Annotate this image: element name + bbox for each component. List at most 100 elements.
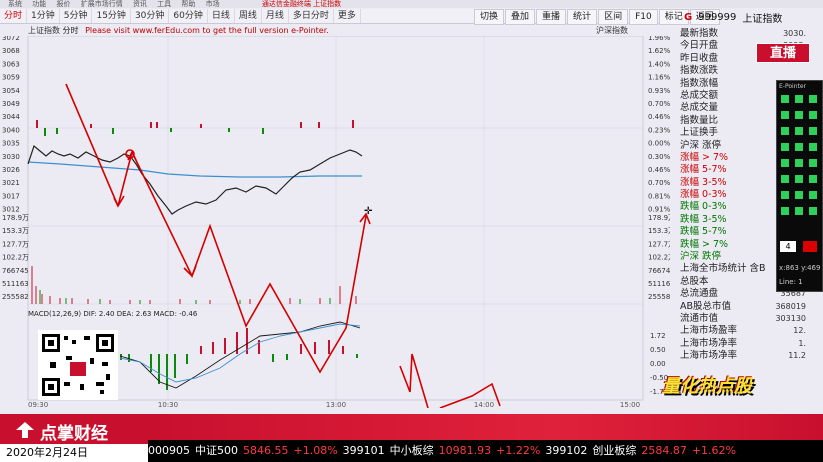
stat-label: 总流通盘 — [680, 288, 719, 300]
stat-row: 沪深 跌停 — [680, 251, 778, 263]
stat-label: 涨幅 0-3% — [680, 189, 727, 201]
tab-multiday[interactable]: 多日分时 — [289, 9, 334, 23]
menu-system[interactable]: 系统 — [8, 0, 22, 8]
percent-axis: 1.96% 1.62% 1.40% 1.16% 0.93% 0.70% 0.46% 0.23%… — [648, 36, 670, 214]
volume-tick-label-right: 102.2万 — [648, 254, 670, 262]
percent-tick-label: 0.81% — [648, 192, 670, 200]
tab-5min[interactable]: 5分钟 — [60, 9, 93, 23]
stat-label: 上证换手 — [680, 127, 719, 139]
volume-tick-label-right: 178.9万 — [648, 214, 670, 222]
promo-banner[interactable]: 量化热点股 — [662, 372, 774, 406]
volume-tick-label-right: 511163 — [648, 280, 670, 288]
hs-index-label[interactable]: 沪深指数 — [596, 25, 628, 36]
menu-help[interactable]: 帮助 — [181, 0, 195, 8]
menu-quote[interactable]: 报价 — [56, 0, 70, 8]
stat-label: 昨日收盘 — [680, 52, 719, 64]
stat-row: 上海市场净率 1. — [680, 338, 806, 350]
price-tick-label: 3072 — [2, 36, 20, 42]
cursor-coordinates: x:863 y:469 — [779, 264, 821, 272]
ticker-value: 2584.87 — [641, 444, 687, 457]
percent-tick-label: 1.16% — [648, 74, 670, 82]
tab-1min[interactable]: 1分钟 — [27, 9, 60, 23]
percent-tick-label: 0.46% — [648, 113, 670, 121]
stat-label: 指数涨幅 — [680, 77, 719, 89]
tab-week[interactable]: 周线 — [235, 9, 262, 23]
stat-label: 上海市场净率 — [680, 350, 738, 362]
percent-tick-label: 1.40% — [648, 60, 670, 68]
menu-info[interactable]: 资讯 — [133, 0, 147, 8]
time-axis-labels — [0, 400, 670, 408]
line-width-spinner[interactable]: 4 — [780, 241, 796, 252]
group-label: G — [684, 12, 693, 23]
stat-label: 总成交额 — [680, 89, 719, 101]
color-swatch[interactable] — [803, 241, 817, 252]
switch-button[interactable]: 切换 — [474, 8, 505, 25]
price-tick-label: 3021 — [2, 179, 20, 187]
menu-ext-market[interactable]: 扩展市场行情 — [81, 0, 123, 8]
brand-icon — [16, 422, 34, 438]
ticker-code: 000905 — [148, 444, 190, 457]
stat-label: AB股总市值 — [680, 300, 732, 312]
macd-label: MACD(12,26,9) DIF: 2.40 DEA: 2.63 MACD: … — [28, 310, 198, 318]
drawing-tool-palette[interactable]: E-Pointer 4 x:863 y:469 Line: 1 — [776, 80, 823, 292]
live-button[interactable]: 直播 — [756, 43, 810, 63]
stat-label: 涨幅 5-7% — [680, 164, 727, 176]
ticker-value: 10981.93 — [438, 444, 492, 457]
stats-button[interactable]: 统计 — [567, 8, 598, 25]
tab-15min[interactable]: 15分钟 — [92, 9, 131, 23]
qr-code — [38, 330, 118, 400]
stat-label: 流通市值 — [680, 312, 719, 324]
tab-day[interactable]: 日线 — [208, 9, 235, 23]
menu-tools[interactable]: 工具 — [157, 0, 171, 8]
stat-row: 涨幅 5-7% — [680, 164, 778, 176]
ticker-code: 399102 — [545, 444, 588, 457]
price-tick-label: 3059 — [2, 74, 20, 82]
tab-fenshi[interactable]: 分时 — [0, 9, 28, 23]
index-ticker: 000905 中证500 5846.55 +1.08% 399101 中小板综 10981.… — [148, 440, 823, 462]
tab-60min[interactable]: 60分钟 — [169, 9, 208, 23]
volume-tick-label-right: 766745 — [648, 267, 670, 275]
tab-30min[interactable]: 30分钟 — [131, 9, 170, 23]
ticker-change: +1.08% — [293, 444, 338, 457]
stat-label: 今日开盘 — [680, 40, 719, 52]
stat-row: 指数量比 — [680, 115, 778, 127]
brand-name: 点掌财经 — [40, 424, 108, 444]
replay-button[interactable]: 重播 — [536, 8, 567, 25]
stat-row: AB股总市值 368019 — [680, 300, 806, 313]
volume-tick-label: 127.7万 — [2, 240, 29, 248]
stat-row: 上证换手 — [680, 127, 778, 139]
volume-axis: 178.9万 153.3万 127.7万 102.2万 766745 511163 2555… — [2, 214, 29, 301]
stat-row: 涨幅 0-3% — [680, 189, 778, 201]
overlay-button[interactable]: 叠加 — [505, 8, 536, 25]
stat-row: 总流通盘 35687 — [680, 288, 806, 300]
stat-label: 总股本 — [680, 275, 709, 287]
stat-row: 跌幅 0-3% — [680, 201, 778, 213]
price-tick-label: 3040 — [2, 126, 20, 134]
stat-value: 12. — [793, 326, 806, 336]
volume-tick-label-right: 153.3万 — [648, 227, 670, 235]
stat-label: 涨幅 > 7% — [680, 151, 729, 163]
price-tick-label: 3012 — [2, 206, 20, 214]
stock-code: 999999 — [698, 12, 737, 23]
price-tick-label: 3063 — [2, 60, 20, 68]
stat-row: 跌幅 3-5% — [680, 214, 778, 226]
stat-row: 流通市值 303130 — [680, 312, 806, 325]
stat-label: 最新指数 — [680, 28, 719, 39]
watermark-text: Please visit www.ferEdu.com to get the f… — [85, 26, 329, 35]
f10-button[interactable]: F10 — [629, 8, 658, 25]
percent-tick-label: 0.46% — [648, 166, 670, 174]
ticker-value: 5846.55 — [243, 444, 289, 457]
range-button[interactable]: 区间 — [598, 8, 629, 25]
palette-title: E-Pointer — [779, 83, 807, 90]
ticker-code: 399101 — [342, 444, 385, 457]
drawing-tool-icons[interactable] — [778, 91, 822, 241]
tab-month[interactable]: 月线 — [262, 9, 289, 23]
red-banner — [148, 414, 823, 440]
stat-value: 1. — [798, 338, 806, 348]
menu-market[interactable]: 市场 — [206, 0, 220, 8]
percent-tick-label: 1.96% — [648, 36, 670, 42]
tab-more[interactable]: 更多 — [334, 9, 361, 23]
menu-function[interactable]: 功能 — [32, 0, 46, 8]
macd-tick-label: 0.00 — [650, 360, 666, 368]
stat-row: 总成交量 — [680, 102, 778, 114]
